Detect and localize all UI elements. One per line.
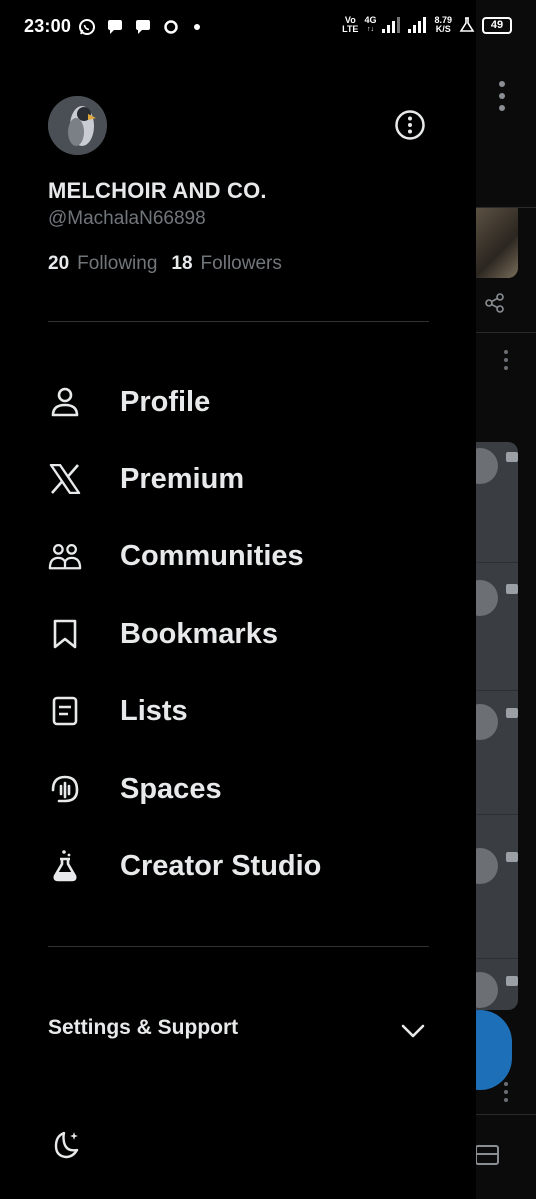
menu-label-spaces: Spaces (120, 772, 222, 805)
avatar[interactable] (48, 96, 107, 155)
signal-icon (382, 17, 402, 33)
menu-label-lists: Lists (120, 694, 188, 727)
status-time: 23:00 (24, 16, 72, 36)
menu-item-bookmarks[interactable]: Bookmarks (0, 599, 476, 669)
feed-divider (476, 332, 536, 333)
more-vertical-icon (499, 81, 505, 111)
settings-support-toggle[interactable]: Settings & Support (48, 1010, 429, 1050)
feed-media-thumbnail (476, 208, 518, 278)
menu-label-premium: Premium (120, 462, 245, 495)
menu-item-spaces[interactable]: Spaces (0, 754, 476, 824)
circle-icon (164, 20, 178, 34)
chat-bubble-icon (108, 20, 122, 34)
following-count[interactable]: 20 (48, 253, 69, 275)
more-vertical-icon (504, 1082, 508, 1102)
avatar-image (48, 96, 107, 155)
volte-indicator: Vo LTE (342, 15, 359, 34)
menu-item-profile[interactable]: Profile (0, 367, 476, 437)
status-bar: 23:00 Vo LTE 4G ↑↓ 8.79 K/S 49 (0, 0, 536, 54)
follow-stats: 20 Following 18 Followers (48, 253, 288, 275)
feed-card (476, 442, 518, 1010)
chat-bubble-icon (136, 20, 150, 34)
x-logo-icon (48, 462, 82, 496)
notification-icons (78, 17, 200, 37)
whatsapp-icon (79, 19, 95, 35)
more-notifications-dot (194, 24, 200, 30)
menu-item-lists[interactable]: Lists (0, 676, 476, 746)
battery-indicator: 49 (482, 16, 512, 34)
bookmark-icon (48, 617, 82, 651)
user-handle: @MachalaN66898 (48, 208, 206, 229)
status-right: Vo LTE 4G ↑↓ 8.79 K/S 49 (342, 16, 512, 34)
settings-support-label: Settings & Support (48, 1016, 239, 1039)
more-options-icon[interactable] (394, 109, 426, 141)
feed-divider (476, 1114, 536, 1115)
microphone-icon (48, 772, 82, 806)
flask-icon (48, 849, 82, 883)
people-icon (48, 539, 82, 573)
person-icon (48, 385, 82, 419)
list-icon (48, 694, 82, 728)
divider (48, 321, 429, 322)
menu-item-premium[interactable]: Premium (0, 444, 476, 514)
network-speed: 8.79 K/S (434, 15, 452, 34)
followers-count[interactable]: 18 (171, 253, 192, 275)
messages-icon (475, 1145, 499, 1165)
divider (48, 946, 429, 947)
flask-status-icon (459, 17, 475, 32)
moon-icon[interactable] (48, 1128, 82, 1162)
menu-item-creator-studio[interactable]: Creator Studio (0, 831, 476, 901)
menu-label-profile: Profile (120, 385, 211, 418)
menu-item-communities[interactable]: Communities (0, 521, 476, 591)
share-icon (485, 293, 504, 313)
display-name[interactable]: MELCHOIR AND CO. (48, 178, 267, 204)
menu-label-bookmarks: Bookmarks (120, 617, 278, 650)
menu-label-communities: Communities (120, 539, 304, 572)
following-link[interactable]: Following (77, 253, 157, 275)
more-vertical-icon (504, 350, 508, 370)
network-type: 4G ↑↓ (364, 15, 377, 34)
chevron-down-icon (401, 1024, 425, 1038)
signal-icon (408, 17, 428, 33)
followers-link[interactable]: Followers (201, 253, 282, 275)
menu-label-creator-studio: Creator Studio (120, 849, 322, 882)
